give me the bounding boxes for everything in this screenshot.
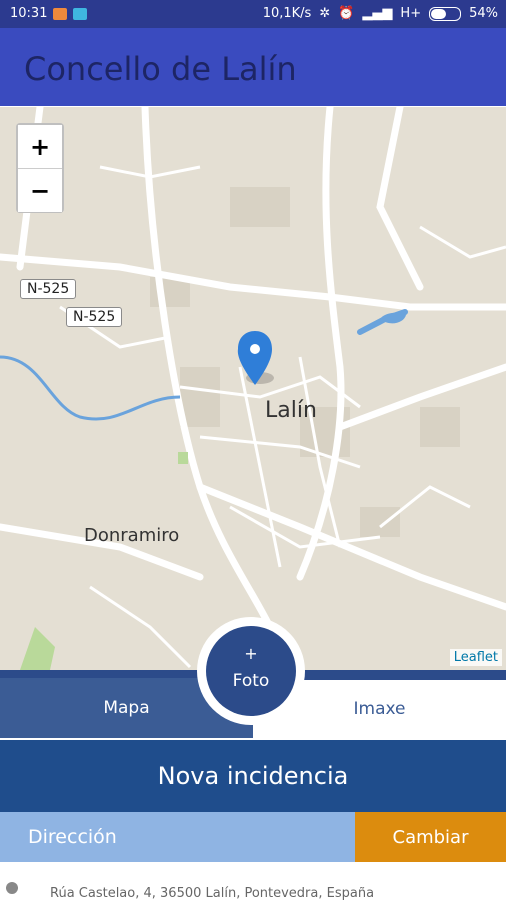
app-title: Concello de Lalín (24, 50, 297, 88)
notification-mail-icon (53, 7, 68, 20)
form-header: Nova incidencia (0, 740, 506, 812)
road-label-n525: N-525 (20, 279, 77, 299)
location-pin-icon (6, 882, 18, 894)
plus-icon: + (244, 644, 258, 663)
status-time: 10:31 (10, 6, 48, 21)
status-bar: 10:31 10,1K/s ✲ ⏰ ▂▄▆ H+ 54% (0, 0, 506, 28)
battery-icon (429, 6, 462, 21)
add-photo-button[interactable]: + Foto (206, 626, 296, 716)
net-speed: 10,1K/s (262, 6, 312, 21)
address-label: Dirección (0, 812, 355, 862)
change-address-button[interactable]: Cambiar (355, 812, 506, 862)
zoom-in-button[interactable]: + (18, 125, 62, 168)
sync-icon: ✲ (319, 6, 331, 21)
network-type: H+ (400, 6, 422, 21)
address-value-row: Rúa Castelao, 4, 36500 Lalín, Pontevedra… (0, 862, 506, 901)
battery-percent: 54% (469, 6, 498, 21)
notification-app-icon (73, 7, 88, 20)
place-label-lalin: Lalín (265, 398, 317, 423)
zoom-control: + − (16, 123, 64, 213)
road-label-n525-2: N-525 (66, 307, 123, 327)
place-label-donramiro: Donramiro (84, 525, 180, 546)
address-row: Dirección Cambiar (0, 812, 506, 862)
alarm-icon: ⏰ (338, 6, 355, 21)
map-view[interactable]: + − N-525 N-525 Lalín Donramiro Leaflet (0, 107, 506, 670)
zoom-out-button[interactable]: − (18, 169, 62, 212)
app-bar: Concello de Lalín (0, 28, 506, 106)
map-tiles (0, 107, 506, 670)
leaflet-attribution[interactable]: Leaflet (449, 649, 502, 666)
address-value: Rúa Castelao, 4, 36500 Lalín, Pontevedra… (50, 886, 375, 901)
signal-icon: ▂▄▆ (362, 6, 393, 21)
add-photo-label: Foto (232, 671, 270, 691)
